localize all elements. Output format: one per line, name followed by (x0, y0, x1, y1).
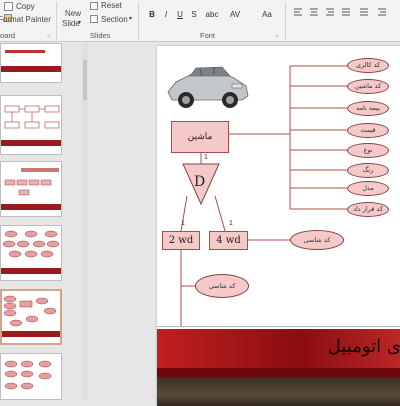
cardinality-label: 1 (229, 220, 233, 227)
section-chevron-icon[interactable]: ▾ (129, 15, 132, 22)
entity-main[interactable]: ماشین (171, 121, 229, 153)
ribbon-divider (56, 2, 57, 40)
new-slide-button[interactable]: New (65, 9, 81, 18)
ribbon-divider (138, 2, 139, 40)
change-case-button[interactable]: Aa (260, 10, 274, 20)
slide-thumbnail[interactable] (0, 43, 62, 83)
attribute-ellipse[interactable]: کد شاسی (290, 230, 344, 250)
section-button[interactable]: Section (101, 15, 128, 24)
cardinality-label: 1 (204, 154, 208, 161)
copy-button[interactable]: Copy (16, 2, 35, 11)
entity-4wd[interactable]: 4 wd (209, 231, 248, 250)
slide-thumbnail[interactable] (0, 353, 62, 400)
slide-thumbnail[interactable] (0, 95, 62, 155)
ribbon-divider (285, 2, 286, 40)
font-group-label: Font (200, 31, 216, 40)
clipboard-launcher-icon[interactable]: ⌟ (47, 31, 50, 38)
paragraph-icons (294, 8, 386, 16)
strikethrough-button[interactable]: S (188, 10, 200, 20)
slide-thumbnail[interactable] (0, 225, 62, 281)
attribute-ellipse[interactable]: کد ماشین (347, 79, 389, 94)
slide-thumbnail[interactable] (0, 161, 62, 217)
slide-thumbnail-selected[interactable] (0, 289, 62, 345)
clipboard-group-label: oard (0, 31, 16, 40)
section-icon (90, 15, 98, 23)
bold-button[interactable]: B (146, 10, 158, 20)
reset-icon (90, 2, 98, 10)
slides-group-label: Slides (90, 31, 111, 40)
attribute-ellipse[interactable]: رنگ (347, 163, 389, 178)
attribute-ellipse[interactable]: مدل (347, 181, 389, 196)
copy-icon (4, 2, 13, 11)
footer-image (157, 377, 400, 406)
ribbon: Copy Format Painter oard ⌟ New Slide ▾ R… (0, 0, 400, 42)
slide-thumbnails-pane (0, 43, 88, 400)
attribute-ellipse[interactable]: قیمت (347, 123, 389, 138)
shadow-button[interactable]: abc (204, 10, 220, 20)
underline-button[interactable]: U (174, 10, 186, 20)
slide-canvas[interactable]: ماشین 1 D 1 1 2 wd 4 wd کد کالری کد ماشی… (157, 46, 400, 406)
attribute-ellipse[interactable]: کد کالری (347, 58, 389, 73)
format-painter-button[interactable]: Format Painter (0, 15, 51, 24)
attribute-ellipse[interactable]: نوع (347, 143, 389, 158)
attribute-ellipse[interactable]: کد شاسی (195, 274, 249, 298)
disjoint-label: D (194, 174, 206, 190)
chevron-down-icon[interactable]: ▾ (78, 19, 81, 26)
attribute-ellipse[interactable]: بیمه نامه (347, 101, 389, 116)
entity-2wd[interactable]: 2 wd (162, 231, 200, 250)
cardinality-label: 1 (181, 220, 185, 227)
reset-button[interactable]: Reset (101, 1, 122, 10)
character-spacing-button[interactable]: AV (228, 10, 242, 20)
font-launcher-icon[interactable]: ⌟ (275, 31, 278, 38)
scrollbar-thumb[interactable] (83, 60, 87, 100)
footer-divider (157, 326, 400, 327)
attribute-ellipse[interactable]: کد قرار داد (347, 202, 389, 217)
italic-button[interactable]: I (160, 10, 172, 20)
footer-band-dark (157, 368, 400, 377)
slide-title[interactable]: ی اتومبیل (328, 336, 400, 357)
